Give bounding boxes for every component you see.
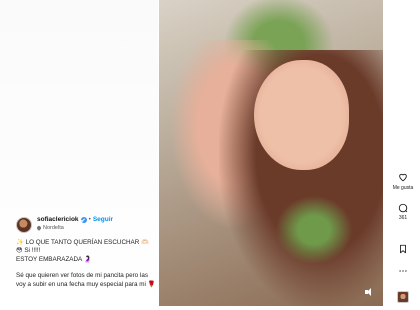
post-caption: ✨ LO QUE TANTO QUERÍAN ESCUCHAR 🫶🏻 😳 Si …: [16, 239, 156, 297]
verified-badge-icon: [80, 216, 87, 223]
comment-icon[interactable]: [398, 203, 408, 213]
caption-line: ✨ LO QUE TANTO QUERÍAN ESCUCHAR 🫶🏻: [16, 239, 149, 246]
separator-dot: •: [88, 216, 91, 223]
post-location[interactable]: Nordelta: [43, 225, 64, 231]
like-label: Me gusta: [392, 185, 414, 191]
bookmark-icon[interactable]: [398, 244, 408, 254]
post-author: sofiaclericiok • Seguir Nordelta: [16, 216, 113, 233]
video-subject-face: [254, 60, 349, 170]
audio-thumbnail[interactable]: [397, 291, 409, 303]
comment-count: 361: [398, 215, 408, 221]
volume-icon[interactable]: [365, 288, 373, 296]
share-icon[interactable]: [398, 266, 408, 276]
post-video[interactable]: [159, 0, 383, 306]
caption-line: 😳 Si !!!!!: [16, 247, 41, 255]
caption-line: ESTOY EMBARAZADA 🤰🏻: [16, 255, 92, 263]
follow-button[interactable]: Seguir: [93, 216, 113, 223]
heart-icon[interactable]: [398, 172, 408, 182]
author-avatar[interactable]: [16, 217, 32, 233]
author-username[interactable]: sofiaclericiok: [37, 216, 79, 223]
post-info-panel: sofiaclericiok • Seguir Nordelta ✨ LO QU…: [0, 0, 158, 310]
location-pin-icon: [36, 225, 42, 231]
background-plant: [269, 190, 359, 270]
action-rail: Me gusta 361: [392, 0, 414, 310]
caption-paragraph: Sé que quieren ver fotos de mi pancita p…: [16, 272, 156, 288]
